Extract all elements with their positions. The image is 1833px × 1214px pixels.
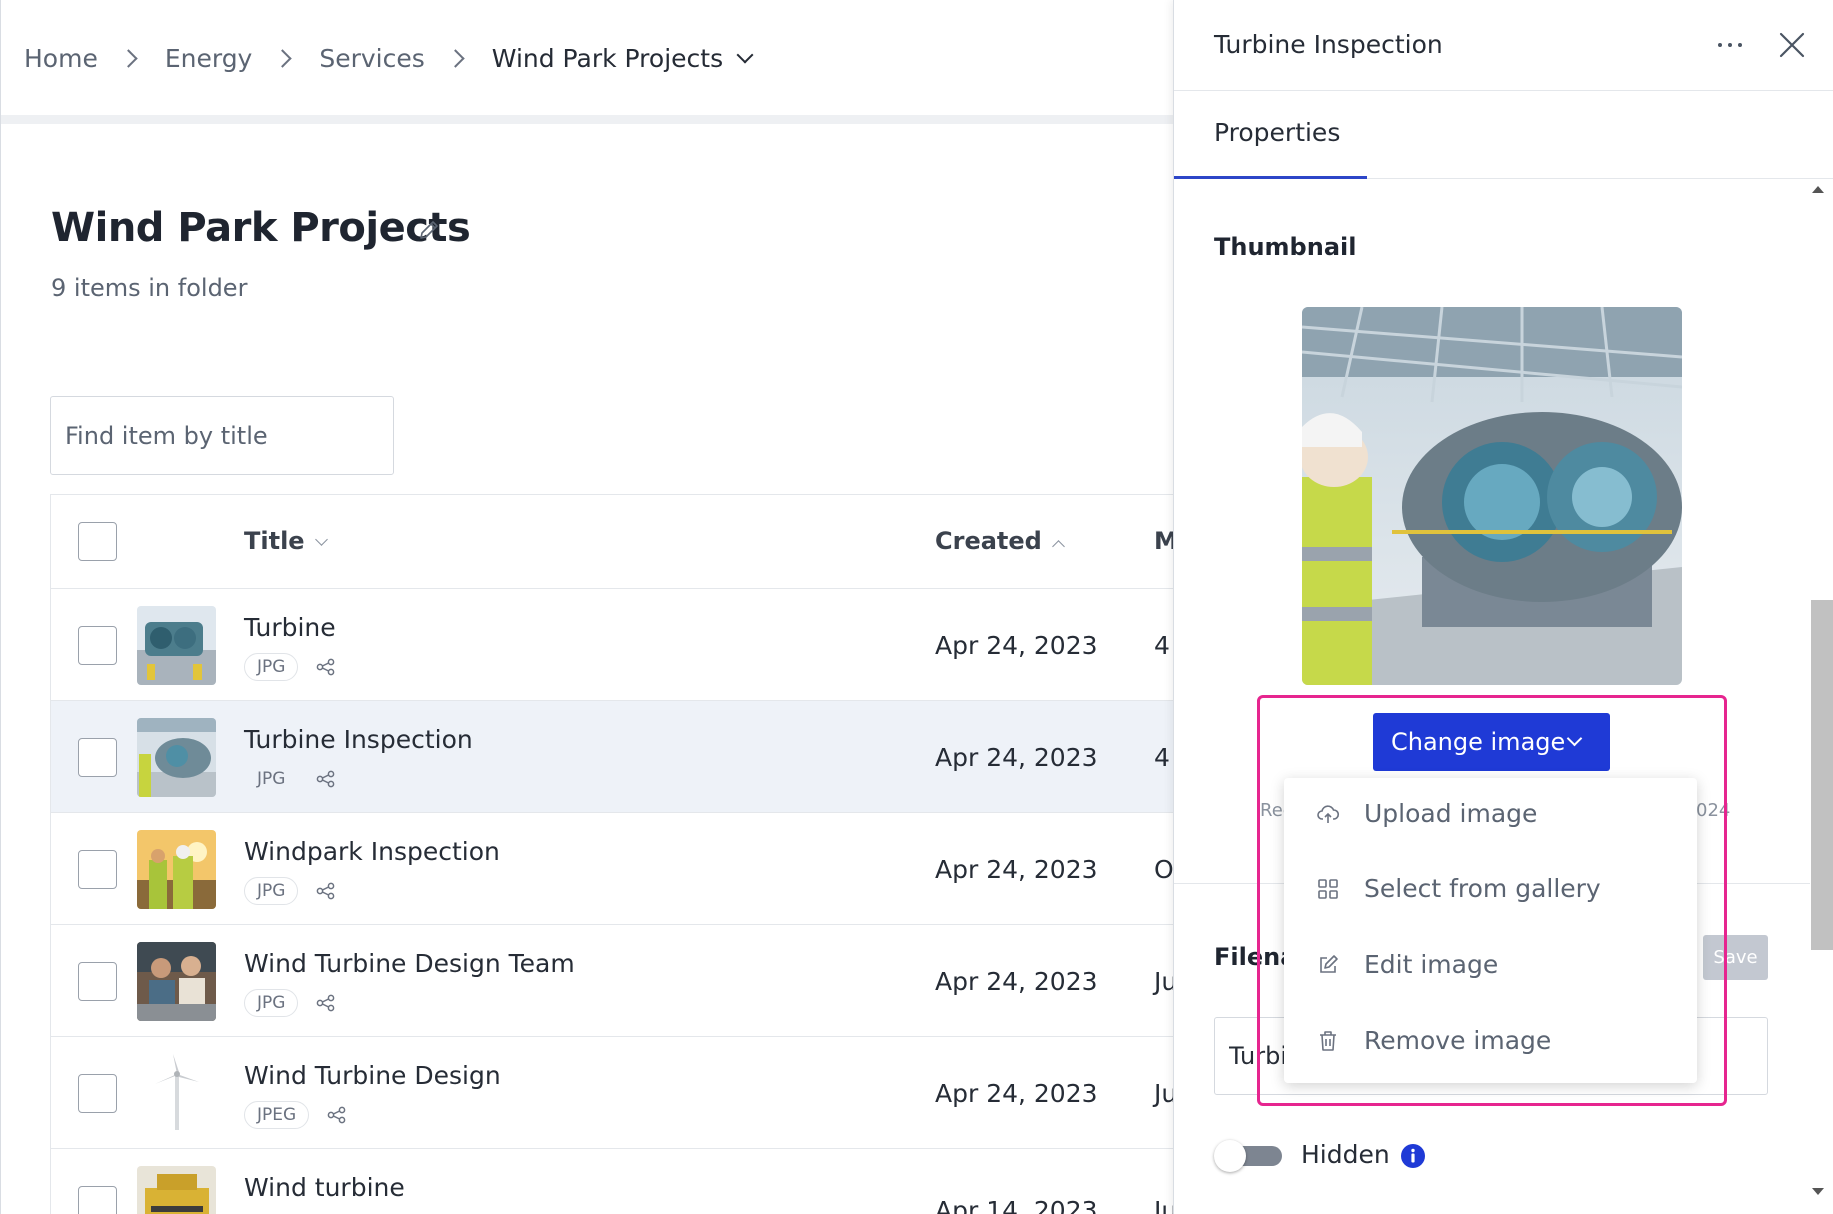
breadcrumb-home[interactable]: Home	[24, 44, 98, 73]
share-icon[interactable]	[316, 657, 336, 677]
grid-icon	[1318, 879, 1338, 899]
tab-properties-label: Properties	[1214, 118, 1341, 147]
row-created: Apr 24, 2023	[935, 631, 1098, 660]
search-input[interactable]	[50, 396, 394, 475]
tab-properties[interactable]: Properties	[1174, 91, 1367, 179]
panel-title: Turbine Inspection	[1214, 30, 1443, 59]
column-title-label: Title	[244, 527, 305, 555]
row-checkbox[interactable]	[78, 738, 117, 777]
thumbnail-label: Thumbnail	[1214, 233, 1357, 261]
scroll-up-arrow-icon[interactable]	[1812, 186, 1824, 193]
top-bar: Home Energy Services Wind Park Projects	[1, 0, 1176, 124]
hidden-label: Hidden	[1301, 1140, 1390, 1169]
row-title[interactable]: Windpark Inspection	[244, 837, 500, 866]
column-created[interactable]: Created	[935, 527, 1065, 555]
share-icon[interactable]	[316, 769, 336, 789]
item-count: 9 items in folder	[51, 274, 248, 302]
menu-item-label: Upload image	[1364, 799, 1538, 828]
wind-turbine-design-thumbnail	[137, 1054, 216, 1133]
type-badge: JPG	[244, 877, 299, 905]
row-title[interactable]: Wind turbine	[244, 1173, 405, 1202]
change-image-menu: Upload image Select from gallery Edit im…	[1284, 778, 1697, 1083]
menu-item-edit-image[interactable]: Edit image	[1284, 929, 1697, 1001]
type-badge: JPG	[257, 769, 286, 789]
scroll-down-arrow-icon[interactable]	[1812, 1188, 1824, 1195]
column-title[interactable]: Title	[244, 527, 328, 555]
cloud-upload-icon	[1317, 805, 1340, 823]
breadcrumb-services[interactable]: Services	[319, 44, 424, 73]
row-checkbox[interactable]	[78, 1074, 117, 1113]
row-created: Apr 24, 2023	[935, 743, 1098, 772]
panel-header: Turbine Inspection	[1174, 0, 1833, 91]
row-modified: 4	[1154, 743, 1170, 772]
type-badge: JPG	[244, 653, 299, 681]
menu-item-select-from-gallery[interactable]: Select from gallery	[1284, 853, 1697, 925]
turbine-inspection-thumbnail	[137, 718, 216, 797]
chevron-right-icon	[446, 49, 465, 68]
row-created: Apr 14, 2023	[935, 1196, 1098, 1214]
items-table: Title Created M Turbine JPG Apr 24, 2023	[50, 494, 1178, 1214]
row-modified: O	[1154, 855, 1174, 884]
more-options-icon[interactable]	[1715, 33, 1745, 57]
table-row[interactable]: Windpark Inspection JPG Apr 24, 2023 O	[51, 813, 1176, 925]
table-row[interactable]: Wind turbine Apr 14, 2023 Ju	[51, 1149, 1177, 1214]
menu-item-label: Select from gallery	[1364, 874, 1601, 903]
page-title: Wind Park Projects	[51, 205, 471, 251]
hidden-toggle[interactable]	[1214, 1140, 1282, 1172]
row-created: Apr 24, 2023	[935, 967, 1098, 996]
share-icon[interactable]	[316, 881, 336, 901]
row-checkbox[interactable]	[78, 1186, 117, 1214]
row-title[interactable]: Wind Turbine Design Team	[244, 949, 575, 978]
column-created-label: Created	[935, 527, 1042, 555]
type-badge: JPEG	[244, 1101, 310, 1129]
scrollbar-thumb[interactable]	[1811, 600, 1833, 950]
menu-item-upload-image[interactable]: Upload image	[1284, 778, 1697, 850]
menu-item-label: Remove image	[1364, 1026, 1552, 1055]
table-row[interactable]: Wind Turbine Design Team JPG Apr 24, 202…	[51, 925, 1177, 1037]
wind-turbine-thumbnail	[137, 1166, 216, 1214]
row-created: Apr 24, 2023	[935, 855, 1098, 884]
windpark-inspection-thumbnail	[137, 830, 216, 909]
edit-icon	[1320, 955, 1338, 973]
design-team-thumbnail	[137, 942, 216, 1021]
share-icon[interactable]	[316, 993, 336, 1013]
turbine-thumbnail	[137, 606, 216, 685]
table-row[interactable]: Turbine JPG Apr 24, 2023 4	[51, 589, 1176, 701]
thumbnail-preview	[1302, 307, 1682, 685]
table-row-selected[interactable]: Turbine Inspection JPG Apr 24, 2023 4	[51, 701, 1176, 813]
sort-down-icon	[314, 533, 328, 546]
sort-up-icon	[1051, 540, 1065, 553]
share-icon[interactable]	[327, 1105, 347, 1125]
row-title[interactable]: Turbine Inspection	[244, 725, 473, 754]
row-created: Apr 24, 2023	[935, 1079, 1098, 1108]
row-checkbox[interactable]	[78, 626, 117, 665]
info-icon[interactable]	[1400, 1143, 1426, 1169]
table-row[interactable]: Wind Turbine Design JPEG Apr 24, 2023 Ju	[51, 1037, 1177, 1149]
trash-icon	[1320, 1031, 1336, 1051]
row-checkbox[interactable]	[78, 850, 117, 889]
type-badge: JPG	[244, 989, 299, 1017]
menu-item-remove-image[interactable]: Remove image	[1284, 1005, 1697, 1077]
row-title[interactable]: Turbine	[244, 613, 336, 642]
select-all-checkbox[interactable]	[78, 522, 117, 561]
row-modified: 4	[1154, 631, 1170, 660]
breadcrumb-energy[interactable]: Energy	[165, 44, 253, 73]
row-checkbox[interactable]	[78, 962, 117, 1001]
breadcrumb-current[interactable]: Wind Park Projects	[492, 44, 723, 73]
chevron-right-icon	[273, 49, 293, 68]
pencil-icon[interactable]	[417, 218, 441, 242]
chevron-down-icon[interactable]	[736, 46, 754, 63]
menu-item-label: Edit image	[1364, 950, 1499, 979]
row-title[interactable]: Wind Turbine Design	[244, 1061, 501, 1090]
main-content: Home Energy Services Wind Park Projects …	[0, 0, 1178, 1214]
breadcrumb: Home Energy Services Wind Park Projects	[24, 44, 754, 73]
table-header: Title Created M	[51, 495, 1178, 589]
close-icon[interactable]	[1777, 30, 1807, 60]
panel-tabs: Properties	[1174, 91, 1833, 179]
chevron-right-icon	[119, 49, 138, 68]
toggle-knob	[1214, 1140, 1246, 1172]
